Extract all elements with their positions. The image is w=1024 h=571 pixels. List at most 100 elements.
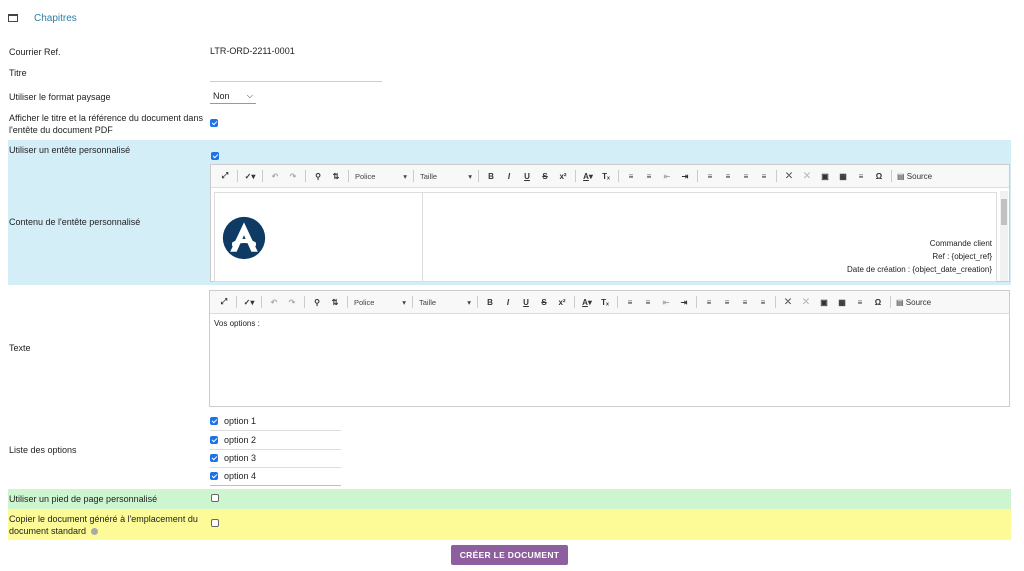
link-icon[interactable]: ⛌	[779, 295, 797, 309]
scrollbar-thumb[interactable]	[1001, 199, 1007, 225]
justify-icon[interactable]: ≡	[755, 169, 773, 183]
text-color-icon[interactable]: A ▾	[578, 295, 596, 309]
header-editor-toolbar: ⤢ ✓▾ ↶ ↷ ⚲ ⇅ Police ▾ Taille ▾ B I U S x² …	[211, 165, 1009, 188]
indent-icon[interactable]: ⇥	[675, 295, 693, 309]
italic-icon[interactable]: I	[499, 295, 517, 309]
entete-perso-checkbox[interactable]	[211, 152, 219, 160]
redo-icon[interactable]: ↷	[283, 295, 301, 309]
create-document-button[interactable]: CRÉER LE DOCUMENT	[451, 545, 568, 565]
text-editor[interactable]: ⤢ ✓▾ ↶ ↷ ⚲ ⇅ Police ▾ Taille ▾ B I U S x² …	[209, 290, 1010, 407]
spellcheck-icon[interactable]: ✓▾	[241, 169, 259, 183]
copier-doc-checkbox[interactable]	[211, 519, 219, 527]
spellcheck-icon[interactable]: ✓▾	[240, 295, 258, 309]
size-select[interactable]: Taille ▾	[417, 169, 475, 183]
clear-format-icon[interactable]: Tₓ	[597, 169, 615, 183]
align-center-icon[interactable]: ≡	[718, 295, 736, 309]
outdent-icon[interactable]: ⇤	[657, 295, 675, 309]
option-checkbox[interactable]	[210, 417, 218, 425]
dropdown-icon: ▾	[467, 297, 471, 307]
superscript-icon[interactable]: x²	[554, 169, 572, 183]
image-icon[interactable]: ▣	[816, 169, 834, 183]
option-item[interactable]: option 2	[210, 431, 341, 450]
header-editor-scrollbar[interactable]	[1000, 191, 1008, 281]
unlink-icon[interactable]: ⛌	[797, 295, 815, 309]
contenu-entete-label: Contenu de l'entête personnalisé	[9, 217, 141, 227]
find-icon[interactable]: ⚲	[309, 169, 327, 183]
header-text-cell[interactable]: Commande client Ref : {object_ref} Date …	[422, 192, 997, 282]
numbered-list-icon[interactable]: ≡	[622, 169, 640, 183]
chapters-toggle[interactable]: Chapitres	[8, 10, 77, 26]
size-select-label: Taille	[420, 171, 438, 181]
dropdown-icon: ▾	[402, 297, 406, 307]
format-paysage-select[interactable]: Non ⌵	[210, 89, 256, 104]
titre-label: Titre	[9, 68, 27, 78]
horizontal-rule-icon[interactable]: ≡	[851, 295, 869, 309]
option-item[interactable]: option 4	[210, 467, 341, 486]
numbered-list-icon[interactable]: ≡	[621, 295, 639, 309]
align-left-icon[interactable]: ≡	[700, 295, 718, 309]
text-color-icon[interactable]: A ▾	[579, 169, 597, 183]
pied-page-checkbox[interactable]	[211, 494, 219, 502]
align-right-icon[interactable]: ≡	[736, 295, 754, 309]
redo-icon[interactable]: ↷	[284, 169, 302, 183]
unlink-icon[interactable]: ⛌	[798, 169, 816, 183]
courrier-ref-label: Courrier Ref.	[9, 47, 61, 57]
bold-icon[interactable]: B	[482, 169, 500, 183]
option-item[interactable]: option 1	[210, 412, 341, 431]
clear-format-icon[interactable]: Tₓ	[596, 295, 614, 309]
header-text-block: Commande client Ref : {object_ref} Date …	[847, 237, 992, 276]
superscript-icon[interactable]: x²	[553, 295, 571, 309]
undo-icon[interactable]: ↶	[265, 295, 283, 309]
horizontal-rule-icon[interactable]: ≡	[852, 169, 870, 183]
source-label: Source	[906, 171, 933, 181]
bold-icon[interactable]: B	[481, 295, 499, 309]
option-item[interactable]: option 3	[210, 449, 341, 468]
maximize-icon[interactable]: ⤢	[215, 295, 233, 309]
underline-icon[interactable]: U	[517, 295, 535, 309]
option-checkbox[interactable]	[210, 454, 218, 462]
undo-icon[interactable]: ↶	[266, 169, 284, 183]
source-button[interactable]: ▤ Source	[894, 295, 933, 309]
find-icon[interactable]: ⚲	[308, 295, 326, 309]
font-select[interactable]: Police ▾	[352, 169, 410, 183]
align-left-icon[interactable]: ≡	[701, 169, 719, 183]
special-char-icon[interactable]: Ω	[869, 295, 887, 309]
table-icon[interactable]: ▦	[833, 295, 851, 309]
option-checkbox[interactable]	[210, 436, 218, 444]
entete-perso-label: Utiliser un entête personnalisé	[9, 145, 131, 155]
underline-icon[interactable]: U	[518, 169, 536, 183]
strike-icon[interactable]: S	[536, 169, 554, 183]
source-label: Source	[905, 297, 932, 307]
info-icon[interactable]	[90, 528, 98, 536]
outdent-icon[interactable]: ⇤	[658, 169, 676, 183]
copier-doc-label: Copier le document généré à l'emplacemen…	[9, 514, 198, 536]
italic-icon[interactable]: I	[500, 169, 518, 183]
justify-icon[interactable]: ≡	[754, 295, 772, 309]
source-button[interactable]: ▤ Source	[895, 169, 934, 183]
afficher-titre-checkbox[interactable]	[210, 119, 218, 127]
table-icon[interactable]: ▦	[834, 169, 852, 183]
pied-page-label: Utiliser un pied de page personnalisé	[9, 494, 158, 504]
text-editor-toolbar: ⤢ ✓▾ ↶ ↷ ⚲ ⇅ Police ▾ Taille ▾ B I U S x² …	[210, 291, 1009, 314]
replace-icon[interactable]: ⇅	[326, 295, 344, 309]
indent-icon[interactable]: ⇥	[676, 169, 694, 183]
header-logo-cell[interactable]	[214, 192, 423, 282]
image-icon[interactable]: ▣	[815, 295, 833, 309]
replace-icon[interactable]: ⇅	[327, 169, 345, 183]
strike-icon[interactable]: S	[535, 295, 553, 309]
special-char-icon[interactable]: Ω	[870, 169, 888, 183]
font-select-label: Police	[355, 171, 376, 181]
bullet-list-icon[interactable]: ≡	[640, 169, 658, 183]
size-select[interactable]: Taille ▾	[416, 295, 474, 309]
link-icon[interactable]: ⛌	[780, 169, 798, 183]
size-select-label: Taille	[419, 297, 437, 307]
option-checkbox[interactable]	[210, 472, 218, 480]
maximize-icon[interactable]: ⤢	[216, 169, 234, 183]
titre-input[interactable]	[210, 68, 382, 82]
font-select[interactable]: Police ▾	[351, 295, 409, 309]
header-editor[interactable]: ⤢ ✓▾ ↶ ↷ ⚲ ⇅ Police ▾ Taille ▾ B I U S x² …	[210, 164, 1010, 282]
courrier-ref-value: LTR-ORD-2211-0001	[210, 46, 295, 56]
align-right-icon[interactable]: ≡	[737, 169, 755, 183]
align-center-icon[interactable]: ≡	[719, 169, 737, 183]
bullet-list-icon[interactable]: ≡	[639, 295, 657, 309]
